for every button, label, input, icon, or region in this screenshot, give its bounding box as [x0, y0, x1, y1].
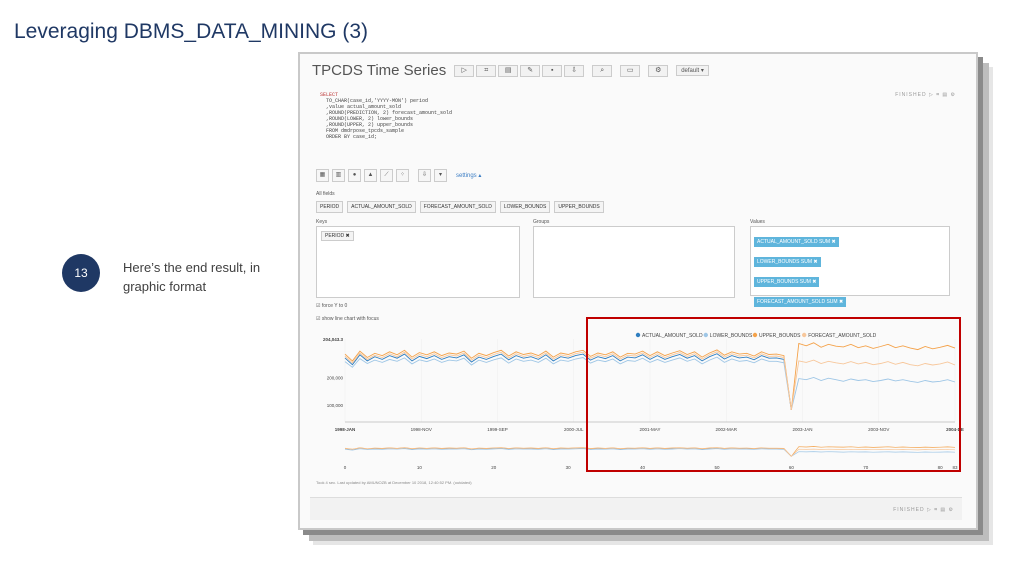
paragraph-status-bottom: FINISHED ▷ ⌗ ▤ ⚙ [893, 507, 954, 513]
last-updated-text: Took 4 sec. Last updated by AMUNOZB at D… [316, 480, 472, 485]
slide-title: Leveraging DBMS_DATA_MINING (3) [14, 20, 368, 43]
y-tick-label: 100,000 [327, 403, 344, 408]
x-tick-label: 1998-JAN [335, 427, 356, 432]
y-tick-label: 200,000 [327, 375, 344, 380]
focus-tick-label: 10 [417, 465, 423, 470]
step-description: Here’s the end result, in graphic format [123, 260, 261, 294]
x-tick-label: 1999-SEP [487, 427, 508, 432]
x-tick-label: 2000-JUL [564, 427, 584, 432]
focus-tick-label: 30 [566, 465, 572, 470]
step-number-badge: 13 [62, 254, 100, 292]
x-tick-label: 1998-NOV [411, 427, 432, 432]
forecast-highlight-box [586, 317, 961, 472]
next-paragraph-bar[interactable] [310, 497, 962, 520]
focus-tick-label: 0 [344, 465, 347, 470]
y-tick-label: 204,043.3 [323, 337, 344, 342]
focus-tick-label: 20 [491, 465, 497, 470]
